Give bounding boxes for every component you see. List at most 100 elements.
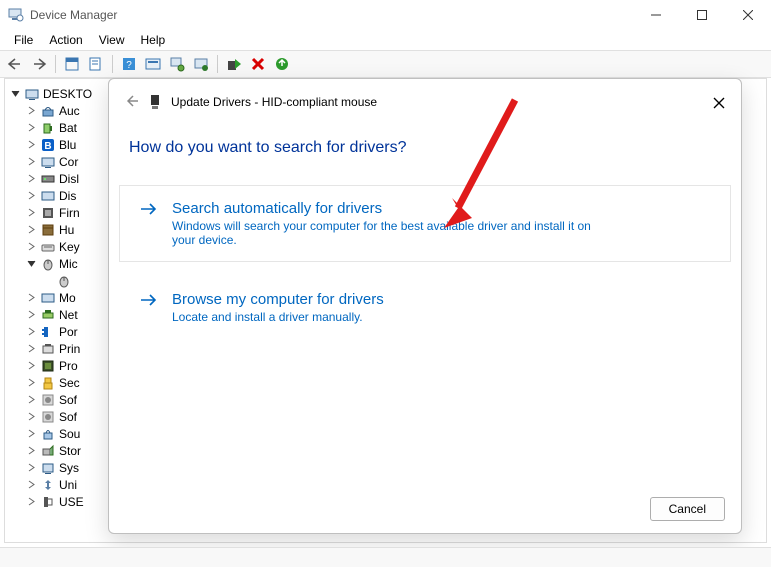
device-category-icon: [40, 409, 56, 425]
tree-label: Stor: [59, 444, 81, 458]
tree-label: USE: [59, 495, 84, 509]
device-category-icon: B: [40, 137, 56, 153]
option2-title: Browse my computer for drivers: [172, 291, 384, 308]
uninstall-icon[interactable]: [247, 53, 269, 75]
cancel-button[interactable]: Cancel: [650, 497, 725, 521]
tree-label: Sou: [59, 427, 80, 441]
menu-help[interactable]: Help: [133, 31, 174, 49]
menu-file[interactable]: File: [6, 31, 41, 49]
tree-label: Sof: [59, 393, 77, 407]
chevron-icon[interactable]: [25, 327, 37, 336]
menu-bar: File Action View Help: [0, 30, 771, 50]
device-category-icon: [40, 290, 56, 306]
chevron-icon[interactable]: [25, 242, 37, 251]
back-button[interactable]: [4, 53, 26, 75]
chevron-icon[interactable]: [25, 174, 37, 183]
chevron-icon[interactable]: [25, 208, 37, 217]
device-category-icon: [40, 307, 56, 323]
tree-label: Uni: [59, 478, 77, 492]
chevron-icon[interactable]: [25, 378, 37, 387]
tree-label: Por: [59, 325, 78, 339]
title-icon: [8, 7, 24, 23]
show-all-icon[interactable]: [61, 53, 83, 75]
device-category-icon: [40, 222, 56, 238]
tree-label: Disl: [59, 172, 79, 186]
chevron-icon[interactable]: [25, 480, 37, 489]
title-bar: Device Manager: [0, 0, 771, 30]
device-category-icon: [40, 494, 56, 510]
tree-label: Sec: [59, 376, 80, 390]
menu-action[interactable]: Action: [41, 31, 90, 49]
device-category-icon: [40, 460, 56, 476]
chevron-icon[interactable]: [25, 225, 37, 234]
properties-icon[interactable]: [85, 53, 107, 75]
option-browse-computer[interactable]: Browse my computer for drivers Locate an…: [119, 276, 731, 339]
device-category-icon: [40, 103, 56, 119]
toolbar: ?: [0, 50, 771, 78]
scan-hardware-icon[interactable]: [271, 53, 293, 75]
tree-label: Dis: [59, 189, 76, 203]
chevron-icon[interactable]: [25, 157, 37, 166]
tree-label: Mo: [59, 291, 76, 305]
device-category-icon: [24, 86, 40, 102]
dialog-question: How do you want to search for drivers?: [129, 139, 731, 157]
device-category-icon: [40, 256, 56, 272]
minimize-button[interactable]: [633, 0, 679, 30]
arrow-right-icon: [140, 291, 160, 312]
chevron-icon[interactable]: [25, 293, 37, 302]
chevron-icon[interactable]: [25, 259, 37, 268]
chevron-icon[interactable]: [25, 106, 37, 115]
chevron-icon[interactable]: [25, 395, 37, 404]
dialog-back-button[interactable]: [123, 93, 139, 112]
tree-label: Sof: [59, 410, 77, 424]
tree-label: Key: [59, 240, 80, 254]
chevron-icon[interactable]: [9, 89, 21, 98]
device-category-icon: [40, 324, 56, 340]
close-window-button[interactable]: [725, 0, 771, 30]
device-category-icon: [40, 120, 56, 136]
update-drivers-dialog: Update Drivers - HID-compliant mouse How…: [108, 78, 742, 534]
forward-button[interactable]: [28, 53, 50, 75]
chevron-icon[interactable]: [25, 497, 37, 506]
device-category-icon: [40, 188, 56, 204]
device-category-icon: [56, 273, 72, 289]
svg-text:B: B: [44, 141, 51, 152]
maximize-button[interactable]: [679, 0, 725, 30]
chevron-icon[interactable]: [25, 191, 37, 200]
option-search-automatically[interactable]: Search automatically for drivers Windows…: [119, 185, 731, 262]
menu-view[interactable]: View: [91, 31, 133, 49]
chevron-icon[interactable]: [25, 140, 37, 149]
chevron-icon[interactable]: [25, 429, 37, 438]
dialog-driver-icon: [147, 94, 163, 110]
device-category-icon: [40, 426, 56, 442]
chevron-icon[interactable]: [25, 344, 37, 353]
chevron-icon[interactable]: [25, 123, 37, 132]
device-icon[interactable]: [166, 53, 188, 75]
option2-desc: Locate and install a driver manually.: [172, 310, 384, 324]
tree-label: Blu: [59, 138, 76, 152]
device-category-icon: [40, 341, 56, 357]
tree-label: DESKTO: [43, 87, 92, 101]
status-bar: [0, 547, 771, 567]
help-icon[interactable]: ?: [118, 53, 140, 75]
close-dialog-button[interactable]: [707, 91, 731, 115]
tree-label: Prin: [59, 342, 80, 356]
chevron-icon[interactable]: [25, 310, 37, 319]
tree-label: Firn: [59, 206, 80, 220]
arrow-right-icon: [140, 200, 160, 221]
chevron-icon[interactable]: [25, 446, 37, 455]
chevron-icon[interactable]: [25, 361, 37, 370]
chevron-icon[interactable]: [25, 412, 37, 421]
update-driver-icon[interactable]: [190, 53, 212, 75]
chevron-icon[interactable]: [25, 463, 37, 472]
device-category-icon: [40, 375, 56, 391]
enable-icon[interactable]: [223, 53, 245, 75]
device-category-icon: [40, 154, 56, 170]
device-category-icon: [40, 171, 56, 187]
device-category-icon: [40, 477, 56, 493]
scan-icon[interactable]: [142, 53, 164, 75]
tree-label: Sys: [59, 461, 79, 475]
option1-desc: Windows will search your computer for th…: [172, 219, 592, 247]
tree-label: Pro: [59, 359, 78, 373]
dialog-title: Update Drivers - HID-compliant mouse: [171, 95, 377, 109]
